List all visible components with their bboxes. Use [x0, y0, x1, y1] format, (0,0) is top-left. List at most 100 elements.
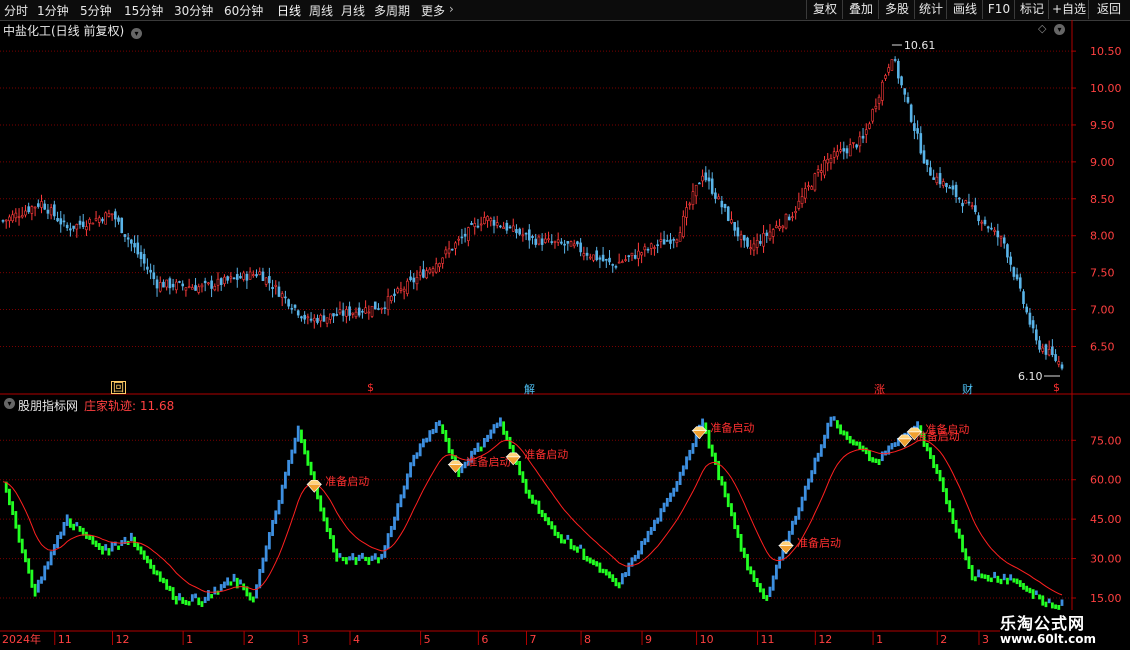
- indicator-bar: [68, 518, 72, 528]
- x-tick-label: 6: [481, 633, 488, 646]
- candle-body: [441, 257, 444, 264]
- indicator-bar: [174, 595, 178, 605]
- diamond-icon[interactable]: ◇: [1038, 22, 1046, 35]
- candle-body: [630, 252, 634, 256]
- candle-body: [216, 278, 220, 286]
- indicator-bar: [129, 532, 133, 542]
- candle-body: [40, 201, 43, 208]
- candle-body: [617, 261, 621, 264]
- candle-body: [386, 296, 390, 310]
- indicator-bar: [1047, 598, 1051, 604]
- candle-body: [890, 59, 894, 71]
- event-marker[interactable]: $: [367, 381, 374, 394]
- indicator-bar: [492, 424, 496, 434]
- candle-body: [913, 123, 916, 131]
- candle-body: [701, 175, 704, 182]
- indicator-bar: [149, 559, 153, 569]
- candle-body: [694, 184, 698, 197]
- indicator-bar: [219, 584, 223, 591]
- indicator-bar: [479, 446, 483, 452]
- candle-body: [149, 269, 152, 273]
- indicator-bar: [104, 544, 108, 551]
- chart-canvas[interactable]: 准备启动准备启动准备启动准备启动准备启动准备启动准备启动 10.5010.009…: [0, 0, 1130, 650]
- indicator-bar: [184, 599, 188, 606]
- candle-body: [1006, 244, 1009, 258]
- indicator-title: 股朋指标网: [18, 399, 79, 413]
- candle-body: [120, 217, 124, 234]
- candle-body: [1044, 344, 1048, 355]
- event-marker[interactable]: 涨: [874, 381, 885, 397]
- candle-body: [146, 266, 149, 270]
- indicator-bar: [816, 452, 820, 462]
- signal-diamond-icon: [306, 483, 322, 493]
- indicator-bar: [27, 558, 31, 574]
- candle-body: [409, 276, 412, 281]
- indicator-bar: [354, 557, 358, 565]
- candle-body: [595, 250, 598, 261]
- candle-body: [412, 277, 416, 283]
- indicator-bar: [62, 521, 66, 536]
- indicator-bar: [1022, 583, 1025, 590]
- candle-body: [704, 172, 708, 181]
- y-tick-label: 10.00: [1090, 82, 1122, 95]
- indicator-bar: [139, 546, 143, 555]
- candle-body: [755, 240, 759, 248]
- indicator-bar: [582, 548, 586, 560]
- event-marker[interactable]: $: [1053, 381, 1060, 394]
- candle-body: [280, 293, 284, 298]
- candle-body: [621, 261, 624, 263]
- event-marker[interactable]: 回: [111, 381, 126, 394]
- indicator-bar: [229, 581, 233, 586]
- indicator-bar: [1031, 589, 1035, 599]
- indicator-bar: [1041, 595, 1045, 606]
- indicator-bar: [40, 576, 43, 584]
- signal-diamond-top: [778, 541, 794, 546]
- candle-body: [152, 272, 156, 279]
- indicator-bar: [672, 487, 676, 497]
- indicator-bar: [983, 574, 987, 579]
- candle-body: [547, 238, 550, 241]
- indicator-bar: [502, 421, 506, 435]
- candle-body: [903, 88, 907, 95]
- indicator-bar: [1050, 602, 1054, 609]
- y-tick-label: 30.00: [1090, 553, 1122, 566]
- candle-body: [508, 226, 512, 229]
- candle-body: [242, 272, 245, 280]
- y-tick-label: 9.00: [1090, 156, 1115, 169]
- candle-body: [1047, 349, 1051, 356]
- candle-body: [861, 135, 865, 139]
- settings-chevron-icon[interactable]: ▾: [1054, 24, 1065, 35]
- indicator-bar: [473, 448, 477, 455]
- indicator-bar: [938, 469, 942, 482]
- indicator-bar: [980, 573, 984, 579]
- candle-body: [569, 241, 573, 247]
- candle-body: [226, 276, 229, 281]
- candle-body: [585, 252, 589, 256]
- candle-body: [502, 226, 505, 229]
- indicator-bar: [531, 494, 534, 504]
- collapse-indicator-icon[interactable]: ▾: [4, 398, 15, 409]
- indicator-bar: [755, 578, 759, 588]
- candle-body: [938, 173, 942, 185]
- candle-body: [836, 151, 839, 157]
- indicator-bar: [990, 577, 993, 583]
- indicator-bar: [495, 422, 499, 429]
- indicator-bar: [373, 553, 377, 560]
- candle-body: [258, 271, 262, 275]
- candle-body: [406, 280, 409, 294]
- chevron-down-icon[interactable]: ▾: [131, 28, 143, 39]
- indicator-bar: [954, 519, 958, 533]
- event-marker[interactable]: 财: [962, 381, 973, 397]
- indicator-bar: [874, 458, 878, 464]
- indicator-bar: [107, 548, 111, 556]
- x-tick-label: 2: [247, 633, 254, 646]
- indicator-bar: [951, 508, 955, 524]
- event-marker[interactable]: 解: [524, 381, 535, 397]
- indicator-bar: [200, 601, 204, 607]
- candle-body: [20, 215, 24, 218]
- candle-body: [393, 293, 396, 296]
- indicator-bar: [33, 583, 37, 597]
- indicator-bar: [1009, 574, 1013, 581]
- candle-body: [967, 201, 971, 204]
- x-tick-label: 12: [116, 633, 130, 646]
